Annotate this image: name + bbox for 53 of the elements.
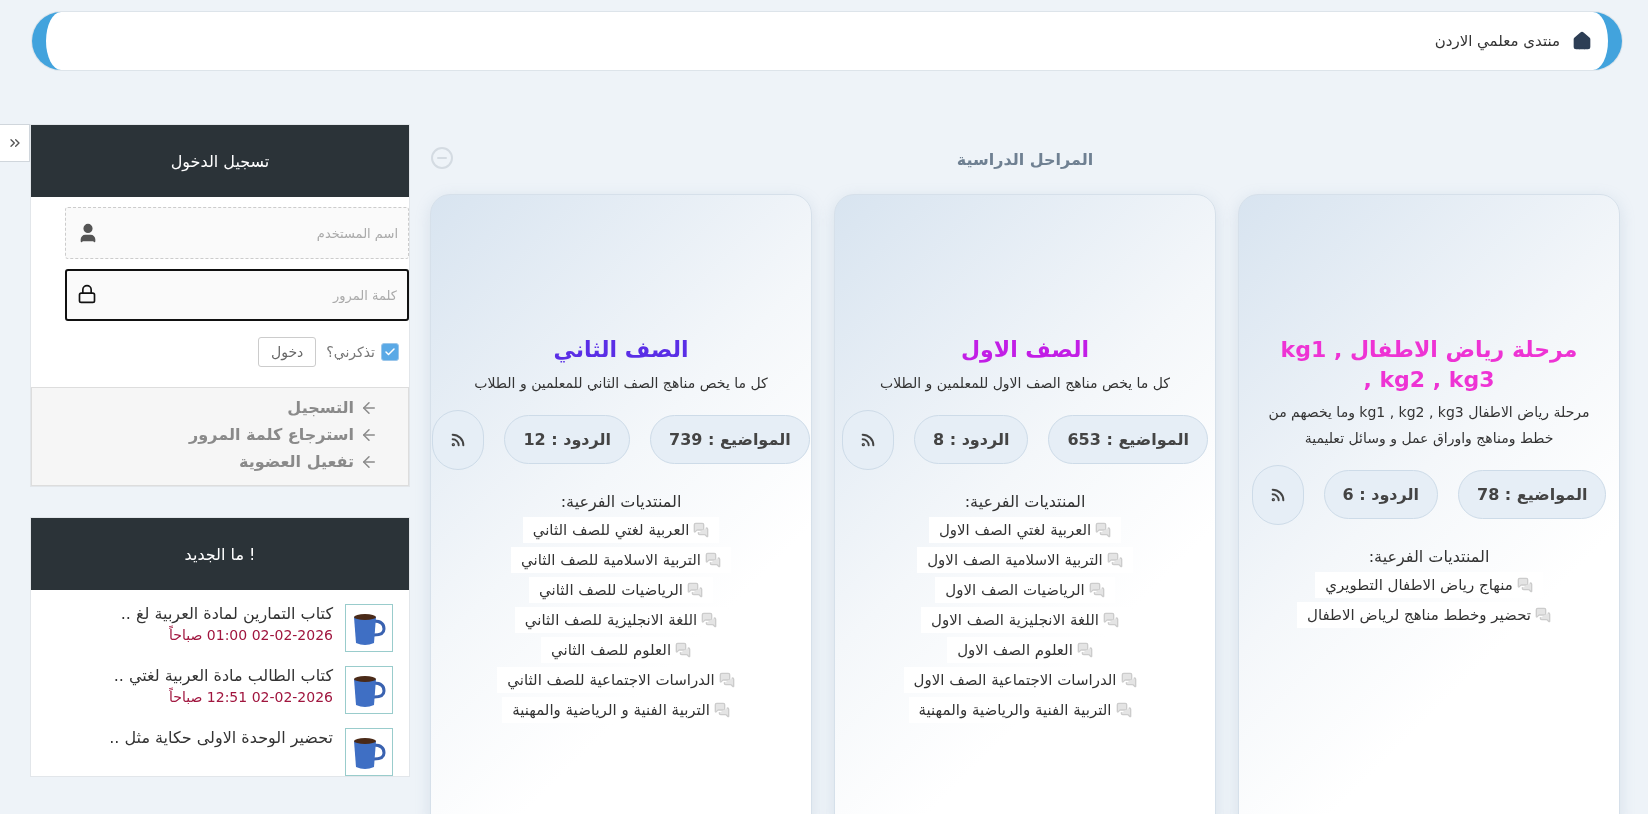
category-title[interactable]: الصف الاول [931,335,1119,365]
speech-bubbles-icon [718,671,735,688]
news-link[interactable]: كتاب الطالب مادة العربية لغتي .. [113,666,333,685]
speech-bubbles-icon [1516,576,1533,593]
speech-bubbles-icon [693,521,710,538]
speech-bubbles-icon [713,701,730,718]
sidebar-toggle-button[interactable] [0,124,30,162]
news-link[interactable]: كتاب التمارين لمادة العربية لغ .. [120,604,333,623]
remember-checkbox[interactable]: تذكرني؟ [326,343,399,361]
speech-bubbles-icon [705,551,721,568]
username-field[interactable]: اسم المستخدم [65,207,409,259]
speech-bubbles-icon [1120,671,1137,688]
topics-count: المواضيع : 653 [1048,415,1209,465]
replies-count: الردود : 8 [913,415,1029,465]
speech-bubbles-icon [1535,606,1551,623]
panel-title: ما الجديد ! [31,518,409,590]
news-link[interactable]: تحضير الوحدة الاولى حكاية مثل .. [109,728,333,747]
speech-bubbles-icon [1095,521,1112,538]
speech-bubbles-icon [686,581,703,598]
topics-count: المواضيع : 78 [1458,470,1607,520]
home-icon[interactable] [1572,31,1592,51]
password-field[interactable]: كلمة المرور [65,269,409,321]
rss-icon [450,431,467,448]
lock-icon [77,284,97,304]
replies-count: الردود : 6 [1323,470,1438,520]
speech-bubbles-icon [1103,611,1119,628]
rss-icon [859,431,876,448]
check-icon [384,346,396,358]
speech-bubbles-icon [675,641,692,658]
category-description: مرحلة رياض الاطفال kg1 , kg2 , kg3 وما يخصهم من خطط ومناهج واوراق عمل و وسائل تعليمية [1267,403,1591,449]
subforums-label: المنتديات الفرعية: [560,491,682,511]
subforums-label: المنتديات الفرعية: [964,491,1086,511]
section-title: المراحل الدراسية [956,149,1094,169]
speech-bubbles-icon [1088,581,1105,598]
speech-bubbles-icon [701,611,718,628]
category-description: كل ما يخص مناهج الصف الثاني للمعلمين و الطلاب [474,373,768,394]
subforums-label: المنتديات الفرعية: [1368,546,1490,566]
subforum-link[interactable]: العربية لغتي الصف الاول [928,516,1122,543]
rss-icon [1269,486,1286,503]
news-time: 02-02-2026 12:51 صباحاً [168,689,333,705]
login-button[interactable]: دخول [258,337,317,367]
speech-bubbles-icon [1106,551,1123,568]
subforum-link[interactable]: العربية لغتي للصف الثاني [522,516,720,543]
minus-circle-icon [430,146,454,170]
speech-bubbles-icon [1115,701,1132,718]
speech-bubbles-icon [1076,641,1093,658]
panel-title: تسجيل الدخول [31,125,409,197]
news-time: 02-02-2026 01:00 صباحاً [168,627,333,643]
category-description: كل ما يخص مناهج الصف الاول للمعلمين و الطلاب [880,373,1170,394]
category-title[interactable]: الصف الثاني [523,335,719,365]
replies-count: الردود : 12 [504,415,630,465]
breadcrumb-link[interactable]: منتدى معلمي الاردن [1434,32,1560,50]
topics-count: المواضيع : 739 [650,415,810,465]
